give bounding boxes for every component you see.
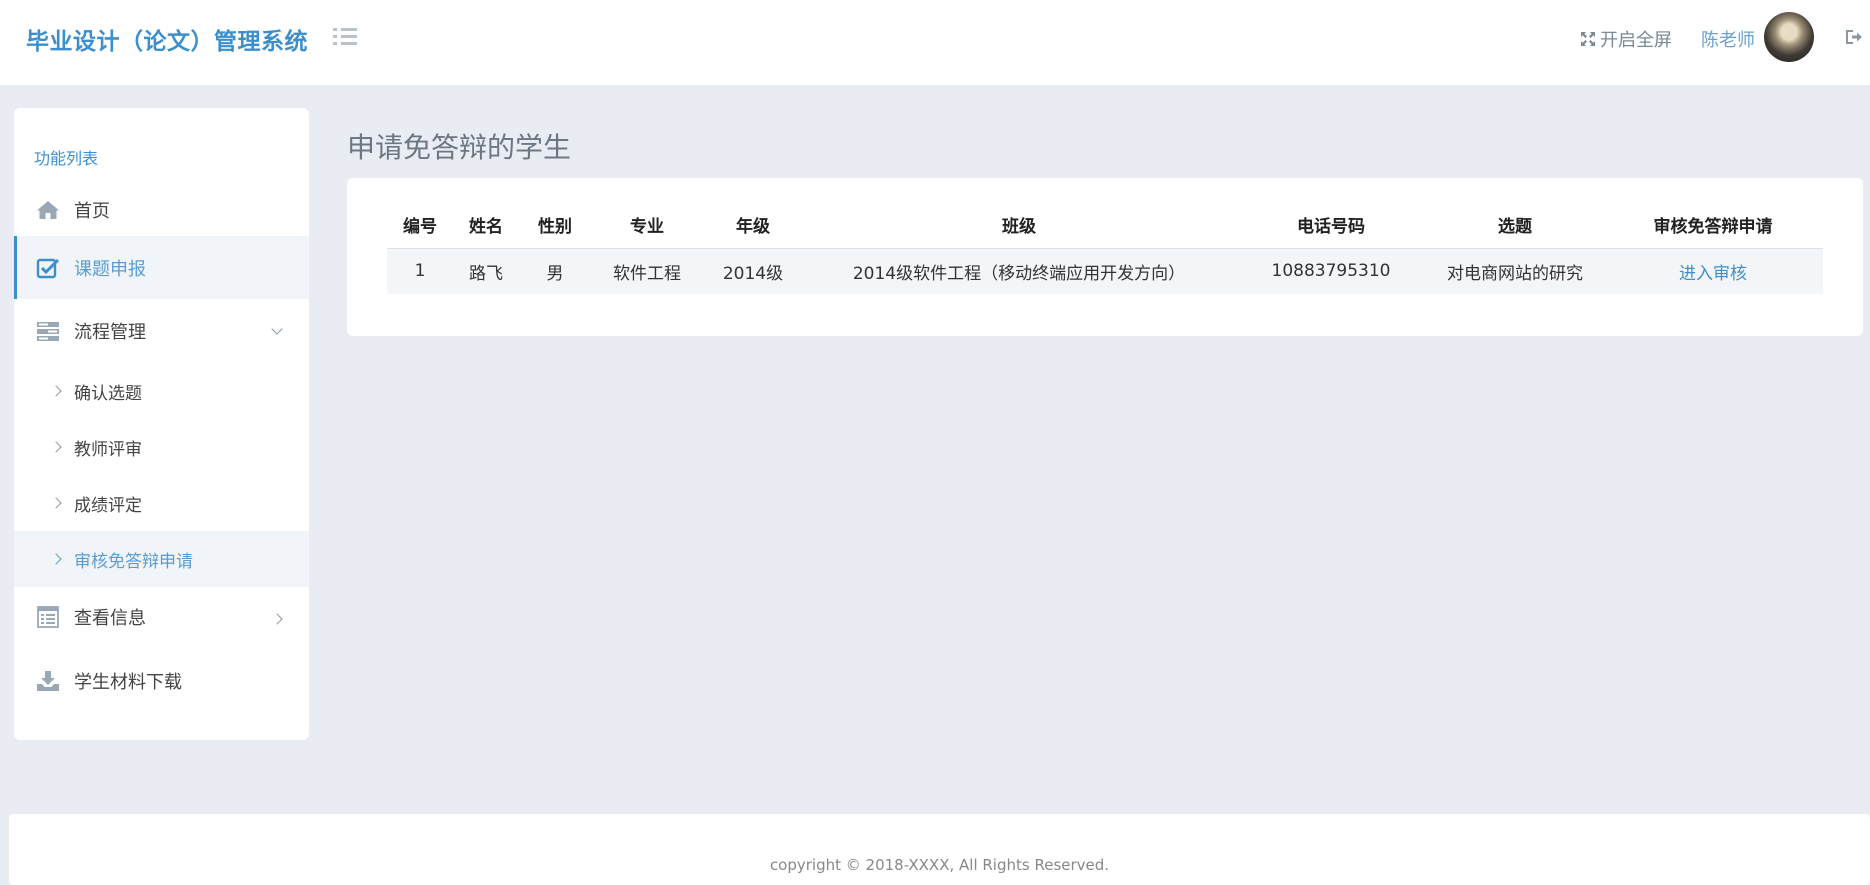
sidebar-item-label: 学生材料下载: [74, 672, 182, 693]
app-title[interactable]: 毕业设计（论文）管理系统: [26, 22, 308, 56]
home-icon: [37, 201, 59, 219]
table-header-row: 编号 姓名 性别 专业 年级 班级 电话号码 选题 审核免答辩申请: [387, 202, 1823, 249]
sidebar-subitem-confirm-topic[interactable]: 确认选题: [14, 363, 309, 419]
avatar[interactable]: [1764, 12, 1814, 62]
cell-grade: 2014级: [703, 248, 803, 294]
sidebar-subitem-label: 教师评审: [74, 439, 142, 460]
sidebar-title: 功能列表: [34, 149, 99, 168]
fullscreen-label: 开启全屏: [1600, 30, 1672, 51]
download-icon: [37, 671, 59, 691]
column-header: 性别: [519, 202, 591, 249]
footer: copyright © 2018-XXXX, All Rights Reserv…: [9, 814, 1870, 885]
column-header: 电话号码: [1235, 202, 1427, 249]
column-header: 年级: [703, 202, 803, 249]
column-header: 班级: [803, 202, 1235, 249]
sidebar-item-process-management[interactable]: 流程管理: [14, 301, 309, 361]
process-icon: [37, 322, 59, 341]
column-header: 选题: [1427, 202, 1603, 249]
cell-topic: 对电商网站的研究: [1427, 248, 1603, 294]
fullscreen-button[interactable]: 开启全屏: [1580, 26, 1672, 52]
menu-toggle-icon[interactable]: [333, 28, 357, 48]
logout-icon[interactable]: [1845, 29, 1863, 45]
sidebar-item-label: 查看信息: [74, 608, 146, 629]
sidebar-item-download-materials[interactable]: 学生材料下载: [14, 653, 309, 709]
chevron-right-icon: [50, 553, 62, 565]
cell-phone: 10883795310: [1235, 248, 1427, 294]
enter-review-link[interactable]: 进入审核: [1603, 248, 1823, 294]
sidebar-item-label: 首页: [74, 201, 110, 222]
sidebar-subitem-grade-evaluation[interactable]: 成绩评定: [14, 475, 309, 531]
column-header: 姓名: [453, 202, 519, 249]
content-panel: 编号 姓名 性别 专业 年级 班级 电话号码 选题 审核免答辩申请 1 路飞 男…: [347, 178, 1863, 336]
chevron-right-icon: [50, 497, 62, 509]
column-header: 专业: [591, 202, 703, 249]
column-header: 审核免答辩申请: [1603, 202, 1823, 249]
sidebar-item-view-info[interactable]: 查看信息: [14, 589, 309, 645]
cell-id: 1: [387, 248, 453, 294]
column-header: 编号: [387, 202, 453, 249]
expand-icon: [1581, 32, 1595, 46]
sidebar-subitem-label: 成绩评定: [74, 495, 142, 516]
top-header: 毕业设计（论文）管理系统 开启全屏 陈老师: [0, 0, 1870, 85]
students-table: 编号 姓名 性别 专业 年级 班级 电话号码 选题 审核免答辩申请 1 路飞 男…: [387, 202, 1823, 294]
sidebar-item-home[interactable]: 首页: [14, 185, 309, 235]
cell-class: 2014级软件工程（移动终端应用开发方向）: [803, 248, 1235, 294]
chevron-down-icon: [271, 323, 283, 335]
sidebar-item-topic-report[interactable]: 课题申报: [14, 236, 309, 299]
sidebar-subitem-teacher-review[interactable]: 教师评审: [14, 419, 309, 475]
cell-gender: 男: [519, 248, 591, 294]
copyright-text: copyright © 2018-XXXX, All Rights Reserv…: [769, 856, 1110, 874]
chevron-right-icon: [50, 441, 62, 453]
cell-major: 软件工程: [591, 248, 703, 294]
chevron-right-icon: [271, 613, 283, 625]
sidebar-subitem-label: 确认选题: [74, 383, 142, 404]
cell-name: 路飞: [453, 248, 519, 294]
sidebar-item-label: 流程管理: [74, 322, 146, 343]
info-icon: [37, 606, 59, 628]
table-row: 1 路飞 男 软件工程 2014级 2014级软件工程（移动终端应用开发方向） …: [387, 248, 1823, 294]
user-name[interactable]: 陈老师: [1701, 26, 1755, 52]
sidebar-subitem-review-exemption[interactable]: 审核免答辩申请: [14, 531, 309, 587]
sidebar: 功能列表 首页 课题申报 流程管理 确认选题 教师评审 成绩评定 审核免答辩申请…: [14, 108, 309, 740]
page-title: 申请免答辩的学生: [347, 131, 572, 164]
checkbox-icon: [36, 258, 60, 278]
sidebar-item-label: 课题申报: [74, 258, 146, 280]
chevron-right-icon: [50, 385, 62, 397]
sidebar-subitem-label: 审核免答辩申请: [74, 551, 193, 572]
